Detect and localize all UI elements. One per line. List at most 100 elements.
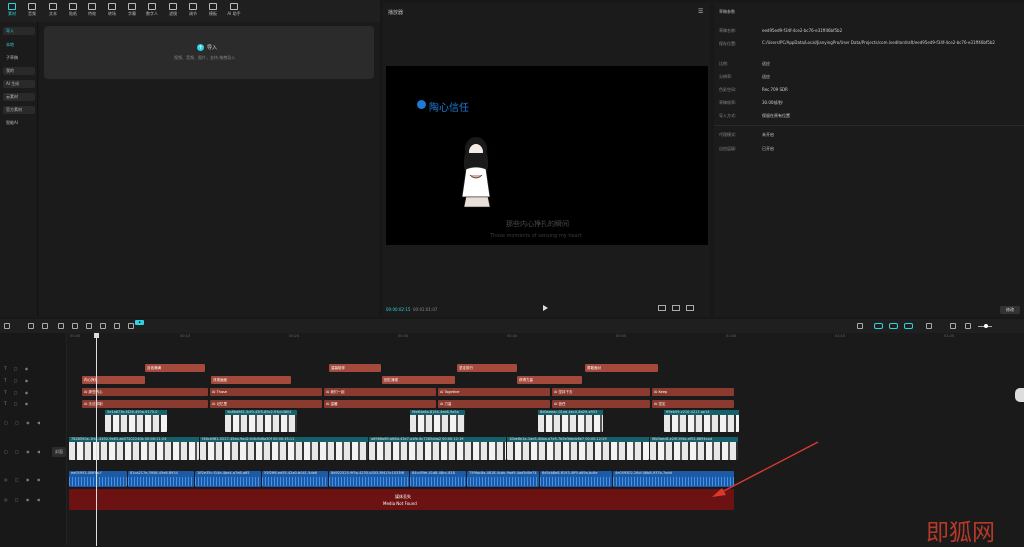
auto-snap-icon[interactable] (889, 323, 898, 329)
text-clip[interactable]: AI 力量 (438, 400, 550, 408)
text-clip[interactable]: AI 记忆里 (210, 400, 322, 408)
text-clip[interactable]: 获得力量 (517, 376, 582, 384)
video-clip[interactable]: 5e1a673e-f426-490a-9170-0 (105, 410, 167, 432)
track-controls[interactable]: T ▢ ◉ (4, 401, 31, 406)
toolbar-tab-0[interactable]: 素材 (2, 3, 22, 17)
main-video-clip[interactable]: a6966a69-b66d-43e7-a4fe-8c7285dda2 00:00… (369, 437, 506, 460)
preview-axis-icon[interactable] (926, 323, 932, 329)
fullscreen-icon[interactable] (686, 305, 694, 311)
track-controls[interactable]: T ▢ ◉ (4, 366, 31, 371)
main-video-clip[interactable]: 10be6e1a-1ae5-40da-a7e5-7b5e3ebdc6e7 00:… (507, 437, 649, 460)
track-controls[interactable]: ◎ ▢ ◉ ◀ (4, 497, 43, 502)
modify-button[interactable]: 修改 (1000, 306, 1020, 314)
track-controls[interactable]: ▢ ▢ ◉ ◀ (4, 449, 43, 454)
text-clip[interactable]: AI 无法抑制 (82, 400, 208, 408)
select-tool-icon[interactable] (4, 323, 10, 329)
sidenav-item-import[interactable]: 导入 (3, 27, 35, 35)
text-clip[interactable]: AI 坚定 (652, 400, 734, 408)
main-video-clip[interactable]: 7828550e-1fa1-4452-9e83-ab57202240b 00:0… (69, 437, 199, 460)
video-clip[interactable]: ff9eb59-c210-4217-ae14 (664, 410, 739, 432)
sidenav-item-smart-ai[interactable]: 智能AI (3, 119, 35, 127)
sidenav-item-subdraft[interactable]: 子草稿 (3, 54, 35, 62)
playhead-handle[interactable] (94, 333, 99, 338)
sidenav-item-official[interactable]: 官方素材 (3, 106, 35, 114)
text-clip[interactable]: AI 温暖 (324, 400, 436, 408)
cover-button[interactable]: 封面 (52, 447, 66, 457)
video-clip[interactable]: f6e64e6a-8194-4ee8-9a5a (410, 410, 465, 432)
zoom-slider-thumb[interactable] (984, 324, 988, 328)
text-clip[interactable]: 回忆涌现 (382, 376, 455, 384)
audio-clip[interactable]: 81ca217e-3956-45e8-8934 (128, 471, 194, 487)
delete-icon[interactable] (100, 323, 106, 329)
video-clip[interactable]: 8d0aeeac-01ad-4ec0-8d29-e953 (538, 410, 603, 432)
toolbar-tab-8[interactable]: 滤镜 (163, 3, 183, 17)
audio-clip-label: 1ff2e35c-f14e-4be4-a7e8-a65 (197, 471, 250, 475)
video-clip[interactable]: 5b86d961-5cf0-43f5-89c2-93cb3604 (225, 410, 297, 432)
track-controls[interactable]: T ▢ ◉ (4, 378, 31, 383)
filter-icon (169, 3, 177, 10)
text-clip[interactable]: AI 我们一起 (324, 388, 436, 396)
undo-icon[interactable] (28, 323, 34, 329)
split-icon[interactable] (58, 323, 64, 329)
text-clip[interactable]: AI Those (210, 388, 322, 396)
toolbar-tab-6[interactable]: 字幕 (122, 3, 142, 17)
toolbar-tab-9[interactable]: 调节 (183, 3, 203, 17)
text-clip[interactable]: AI 那些内心 (82, 388, 208, 396)
sidenav-item-mine[interactable]: 我的 (3, 67, 35, 75)
audio-clip[interactable]: 84cd59e-41d8-48cc-818 (410, 471, 466, 487)
text-clip[interactable]: AI Keep (652, 388, 734, 396)
redo-icon[interactable] (42, 323, 48, 329)
toolbar-tab-2[interactable]: 文本 (43, 3, 63, 17)
side-scroll-handle[interactable] (1015, 388, 1024, 402)
zoom-fit-icon[interactable] (950, 323, 956, 329)
toolbar-tab-7[interactable]: 数字人 (142, 3, 162, 17)
main-video-clip[interactable]: f46cb961-5227-45ea-9ad2-fc8c8d6a30f 00:0… (200, 437, 368, 460)
audio-clip[interactable]: 8d922525-9f5a-4235-b303-8f413c1033f6 (329, 471, 409, 487)
zoom-out-icon[interactable] (965, 323, 971, 329)
main-track-magnet-icon[interactable] (874, 323, 883, 329)
menu-icon[interactable]: ☰ (698, 8, 703, 15)
waveform (69, 477, 127, 486)
subtitle-cn: 那些内心挣扎的瞬间 (506, 220, 569, 228)
text-clip[interactable]: AI 信任 (552, 400, 650, 408)
sidenav-item-local[interactable]: 本地 (3, 41, 35, 49)
play-button[interactable] (543, 305, 548, 311)
toolbar-tab-3[interactable]: 贴纸 (63, 3, 83, 17)
toolbar-tab-10[interactable]: 模板 (203, 3, 223, 17)
fullscreen-preview-icon[interactable] (672, 305, 680, 311)
split-right-icon[interactable] (86, 323, 92, 329)
sidenav-item-cloud[interactable]: 云素材 (3, 93, 35, 101)
audio-clip[interactable]: 759fac8a-4618-4cbb-9ad9-4ad5d0e74 (467, 471, 539, 487)
mic-icon[interactable] (857, 323, 863, 329)
text-clip[interactable]: 浮现画面 (211, 376, 291, 384)
text-clip[interactable]: AI 坚持下去 (552, 388, 650, 396)
playhead[interactable] (96, 333, 97, 546)
toolbar-tab-1[interactable]: 音频 (22, 3, 42, 17)
audio-clip[interactable]: 6d5cb8e8-6193-4ff9-a89a-bc6e (540, 471, 612, 487)
text-clip[interactable]: 内心挣扎 (82, 376, 145, 384)
toolbar-tab-5[interactable]: 转场 (102, 3, 122, 17)
toolbar-tab-11[interactable]: AI 助手 (224, 3, 244, 17)
plus-icon[interactable]: + (197, 44, 204, 51)
track-controls[interactable]: T ▢ ◉ (4, 390, 31, 395)
audio-clip[interactable]: 55f2ff6-ed55-42a0-b041-5da6 (262, 471, 328, 487)
text-clip[interactable]: 勇敢面对 (585, 364, 658, 372)
sidenav-item-ai-generate[interactable]: AI 生成 (3, 80, 35, 88)
track-controls[interactable]: ▢ ▢ ◉ ◀ (4, 420, 43, 425)
ratio-icon[interactable] (658, 305, 666, 311)
toolbar-tab-4[interactable]: 特效 (82, 3, 102, 17)
text-clip[interactable]: 温馨陪伴 (329, 364, 381, 372)
crop-icon[interactable] (128, 323, 134, 329)
text-clip[interactable]: 坚定前行 (457, 364, 517, 372)
import-label[interactable]: 导入 (207, 44, 217, 51)
audio-clip[interactable]: 1ff2e35c-f14e-4be4-a7e8-a65 (195, 471, 261, 487)
text-clip[interactable]: AI Together (438, 388, 550, 396)
split-left-icon[interactable] (72, 323, 78, 329)
prop-value: 适应 (762, 74, 770, 79)
shield-icon[interactable] (114, 323, 120, 329)
import-dropzone[interactable] (44, 26, 374, 79)
text-clip[interactable]: 自信满满 (145, 364, 205, 372)
audio-clip[interactable]: ee05953-00ff4a-f (69, 471, 127, 487)
track-controls[interactable]: ◎ ▢ ◉ ◀ (4, 477, 43, 482)
linkage-icon[interactable] (904, 323, 913, 329)
